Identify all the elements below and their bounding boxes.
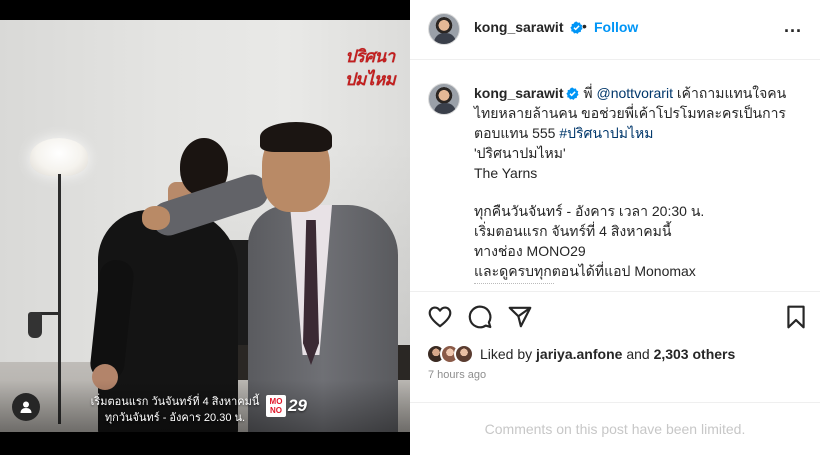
caption-body-1: เค้าถามแทนใจคน: [676, 85, 787, 101]
show-logo-line2: ปมไหม: [344, 70, 396, 90]
caption-cutoff-line: [474, 283, 554, 289]
more-options-button[interactable]: ...: [784, 16, 802, 37]
caption-hashtag-link[interactable]: #ปริศนาปมไหม: [559, 125, 653, 141]
caption-channel-line: ทางช่อง MONO29: [474, 243, 586, 259]
caption-username[interactable]: kong_sarawit: [474, 85, 563, 101]
post-media[interactable]: ปริศนา ปมไหม เริ่มตอนแรก วันจันทร์ที่ 4 …: [0, 0, 410, 455]
post-timestamp[interactable]: 7 hours ago: [428, 369, 486, 381]
person-tag-icon: [20, 401, 32, 413]
caption-app-line: และดูครบทุกตอนได้ที่แอป Monomax: [474, 263, 696, 279]
likes-summary[interactable]: Liked by jariya.anfone and 2,303 others: [426, 343, 735, 365]
share-icon: [508, 306, 532, 328]
right-man-hand: [142, 206, 170, 230]
caption-schedule-line: ทุกคืนวันจันทร์ - อังคาร เวลา 20:30 น.: [474, 203, 705, 219]
lamp-shade: [30, 138, 88, 176]
post-image[interactable]: ปริศนา ปมไหม: [0, 20, 410, 432]
lamp-spotlight: [28, 312, 42, 338]
tagged-people-button[interactable]: [12, 393, 40, 421]
caption-line-1: kong_sarawit พี่ @nottvorarit เค้าถามแทน…: [474, 83, 804, 103]
liked-by-user-link[interactable]: jariya.anfone: [536, 346, 622, 362]
comment-button[interactable]: [467, 304, 493, 330]
caption-start-line: เริ่มตอนแรก จันทร์ที่ 4 สิงหาคมนี้: [474, 223, 672, 239]
caption-body-3: ตอบแทน 555: [474, 125, 556, 141]
mono-logo-number: 29: [288, 396, 307, 415]
author-username-link[interactable]: kong_sarawit: [474, 19, 583, 35]
post-header: kong_sarawit • Follow ...: [410, 0, 820, 60]
author-username[interactable]: kong_sarawit: [474, 19, 563, 35]
mono-logo-top: MO: [269, 397, 283, 406]
comments-limited-notice: Comments on this post have been limited.: [410, 402, 820, 455]
caption-title-line: 'ปริศนาปมไหม': [474, 145, 566, 161]
header-separator: •: [582, 18, 587, 34]
likes-text: Liked by jariya.anfone and 2,303 others: [480, 346, 735, 362]
right-man-hair: [260, 122, 332, 152]
show-title-logo: ปริศนา ปมไหม: [330, 46, 410, 92]
mono29-logo: MO NO 29: [266, 394, 316, 418]
likes-prefix: Liked by: [480, 346, 533, 362]
caption-mention-link[interactable]: @nottvorarit: [597, 85, 673, 101]
caption-section: kong_sarawit พี่ @nottvorarit เค้าถามแทน…: [410, 61, 820, 291]
follow-button[interactable]: Follow: [594, 19, 638, 35]
share-button[interactable]: [507, 304, 533, 330]
save-button[interactable]: [783, 304, 809, 330]
caption-studio-line: The Yarns: [474, 165, 538, 181]
caption-line-3: ตอบแทน 555 #ปริศนาปมไหม: [474, 123, 804, 143]
likes-connector: and: [626, 346, 650, 362]
action-bar: [410, 291, 820, 341]
comment-icon: [468, 305, 492, 329]
mono-logo-box: MO NO: [266, 395, 286, 417]
caption-author-avatar[interactable]: [428, 83, 460, 115]
caption-body-2: ไทยหลายล้านคน ขอช่วยพี่เค้าโปรโมทละครเป็…: [474, 105, 786, 121]
liker-avatar-3: [454, 344, 474, 364]
author-avatar[interactable]: [428, 13, 460, 45]
heart-icon: [428, 306, 452, 328]
mono-logo-bottom: NO: [269, 406, 282, 415]
caption-prefix: พี่: [583, 85, 593, 101]
bookmark-icon: [787, 305, 805, 329]
likes-others-link[interactable]: 2,303 others: [654, 346, 736, 362]
post-caption: kong_sarawit พี่ @nottvorarit เค้าถามแทน…: [474, 83, 804, 281]
caption-verified-badge-icon: [566, 87, 580, 100]
show-logo-line1: ปริศนา: [345, 47, 395, 67]
post-sidebar: kong_sarawit • Follow ... kong_sarawit พ…: [410, 0, 820, 455]
image-caption-line2: ทุกวันจันทร์ - อังคาร 20.30 น.: [104, 412, 246, 424]
like-button[interactable]: [427, 304, 453, 330]
